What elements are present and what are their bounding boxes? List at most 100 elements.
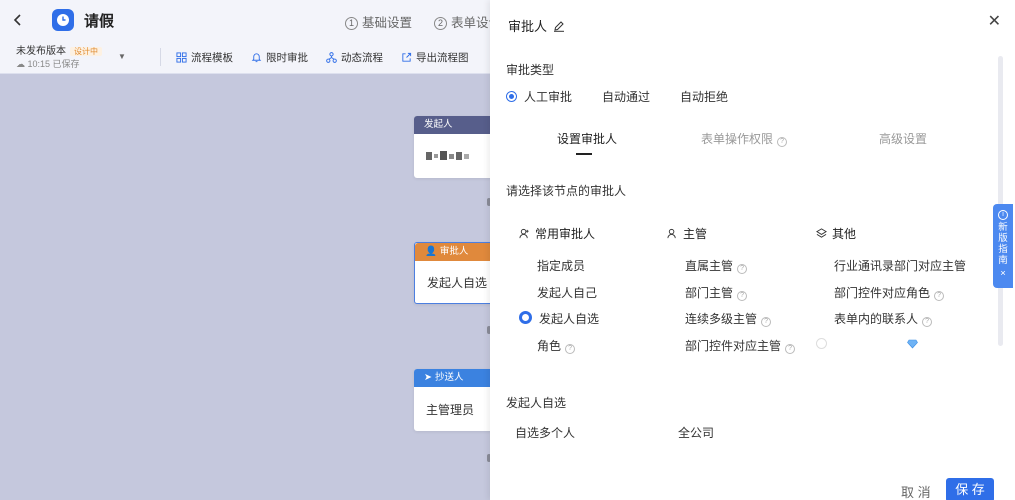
option-designated-member[interactable]: 指定成员 xyxy=(537,257,585,274)
caret-down-icon: ▼ xyxy=(118,52,126,61)
saved-status: 10:15 已保存 xyxy=(27,59,80,69)
column-common-approvers: 常用审批人 指定成员 发起人自己 发起人自选 角色? xyxy=(519,226,669,354)
help-icon[interactable]: ? xyxy=(737,264,748,274)
edit-pencil-icon[interactable] xyxy=(553,20,565,32)
close-icon[interactable]: ✕ xyxy=(988,11,1001,31)
approval-type-group: 人工审批 自动通过 自动拒绝 xyxy=(506,88,728,105)
option-initiator-self[interactable]: 发起人自己 xyxy=(537,284,597,301)
help-icon[interactable]: ? xyxy=(565,344,576,354)
radio-unselected xyxy=(816,338,827,349)
self-select-label: 发起人自选 xyxy=(506,396,567,410)
option-multi-level-supervisor[interactable]: 连续多级主管? xyxy=(685,310,772,327)
option-dept-control-role[interactable]: 部门控件对应角色? xyxy=(834,284,945,301)
option-label: 部门控件对应角色 xyxy=(834,286,931,300)
user-icon: 👤 xyxy=(425,246,437,257)
grid-icon xyxy=(176,52,187,63)
panel-title: 审批人 xyxy=(508,16,565,35)
version-label: 未发布版本 xyxy=(16,46,66,57)
help-icon[interactable]: ? xyxy=(777,137,788,147)
time-limit-button[interactable]: 限时审批 xyxy=(251,50,308,65)
option-label: 发起人自选 xyxy=(539,312,600,326)
column-other: 其他 行业通讯录部门对应主管 部门控件对应角色? 表单内的联系人? xyxy=(816,226,966,349)
approval-type-manual[interactable]: 人工审批 xyxy=(506,88,572,105)
column-supervisor: 主管 直属主管? 部门主管? 连续多级主管? 部门控件对应主管? xyxy=(667,226,817,354)
option-industry-dept-supervisor[interactable]: 行业通讯录部门对应主管 xyxy=(834,257,966,274)
radio-selected xyxy=(506,91,517,102)
tab-advanced-settings[interactable]: 高级设置 xyxy=(879,130,927,147)
approver-settings-panel: 审批人 ✕ 审批类型 人工审批 自动通过 自动拒绝 设置审批人 表单操作权限? … xyxy=(490,0,1015,500)
app-title: 请假 xyxy=(84,12,115,30)
self-select-scope[interactable]: 全公司 xyxy=(678,424,714,441)
flow-icon xyxy=(326,52,337,63)
dynamic-flow-button[interactable]: 动态流程 xyxy=(326,50,383,65)
option-role[interactable]: 角色? xyxy=(537,337,576,354)
approval-type-auto-pass[interactable]: 自动通过 xyxy=(602,88,650,105)
guide-close-icon[interactable]: × xyxy=(993,268,1013,279)
approval-type-auto-reject[interactable]: 自动拒绝 xyxy=(680,88,728,105)
tool-label: 流程模板 xyxy=(191,52,233,64)
node-header-label: 抄送人 xyxy=(434,372,464,383)
settings-tabs: 设置审批人 表单操作权限? 高级设置 xyxy=(490,130,1015,160)
workflow-editor: 请假 1 基础设置 2 表单设计 未发布版本 设计中 ☁ 10:15 已保存 ▼ 流程… xyxy=(0,0,1015,500)
option-label: 直属主管 xyxy=(685,259,734,273)
step-basic-settings[interactable]: 1 基础设置 xyxy=(345,12,412,31)
option-label: 部门主管 xyxy=(685,286,734,300)
self-select-mode[interactable]: 自选多个人 xyxy=(515,424,575,441)
help-icon[interactable]: ? xyxy=(934,291,945,301)
option-label: 连续多级主管 xyxy=(685,312,758,326)
tool-label: 动态流程 xyxy=(341,52,383,64)
option-dept-control-supervisor[interactable]: 部门控件对应主管? xyxy=(685,337,796,354)
step-number: 2 xyxy=(434,17,448,30)
cloud-icon: ☁ xyxy=(16,59,25,69)
step-label: 基础设置 xyxy=(362,16,413,30)
option-label: 角色 xyxy=(537,339,562,353)
radio-selected xyxy=(519,311,532,324)
option-form-contact[interactable]: 表单内的联系人? xyxy=(834,310,933,327)
tab-set-approver[interactable]: 设置审批人 xyxy=(557,130,617,147)
tool-label: 导出流程图 xyxy=(416,52,469,64)
option-label: 发起人自己 xyxy=(537,286,598,300)
toolbar-actions: 流程模板 限时审批 动态流程 导出流程图 xyxy=(176,50,469,65)
column-header-label: 其他 xyxy=(832,226,857,241)
help-icon[interactable]: ? xyxy=(761,317,772,327)
chevron-left-icon xyxy=(13,14,21,26)
help-icon[interactable]: ? xyxy=(922,317,933,327)
column-header: 其他 xyxy=(816,226,966,241)
panel-scrollbar[interactable] xyxy=(998,56,1003,346)
option-label: 行业通讯录部门对应主管 xyxy=(834,259,967,273)
help-icon[interactable]: ? xyxy=(737,291,748,301)
column-header-label: 主管 xyxy=(683,226,708,241)
option-department-supervisor[interactable]: 部门主管? xyxy=(685,284,748,301)
send-icon: ➤ xyxy=(424,372,432,383)
option-initiator-select[interactable]: 发起人自选 xyxy=(519,310,599,327)
back-button[interactable] xyxy=(0,0,36,40)
option-label: 指定成员 xyxy=(537,259,586,273)
user-icon xyxy=(667,228,676,238)
radio-label: 自动通过 xyxy=(602,90,651,104)
user-icon xyxy=(519,228,529,238)
panel-title-text: 审批人 xyxy=(508,19,548,34)
tab-label: 表单操作权限 xyxy=(701,132,774,146)
tab-form-permissions[interactable]: 表单操作权限? xyxy=(701,130,788,147)
radio-label: 自动拒绝 xyxy=(680,90,729,104)
status-badge: 设计中 xyxy=(70,47,102,56)
option-premium[interactable] xyxy=(816,337,919,351)
new-guide-tab[interactable]: i 新版指南 × xyxy=(993,204,1013,288)
version-selector[interactable]: 未发布版本 设计中 ☁ 10:15 已保存 ▼ xyxy=(16,44,126,71)
step-nav: 1 基础设置 2 表单设计 xyxy=(345,12,501,31)
blurred-avatar-names xyxy=(426,151,469,160)
option-label: 表单内的联系人 xyxy=(834,312,919,326)
help-icon[interactable]: ? xyxy=(785,344,796,354)
export-flowchart-button[interactable]: 导出流程图 xyxy=(401,50,469,65)
save-button[interactable]: 保 存 xyxy=(946,478,994,500)
template-button[interactable]: 流程模板 xyxy=(176,50,233,65)
option-direct-supervisor[interactable]: 直属主管? xyxy=(685,257,748,274)
choose-approver-label: 请选择该节点的审批人 xyxy=(506,184,627,198)
guide-label: 新版指南 xyxy=(998,222,1008,266)
radio-label: 人工审批 xyxy=(524,90,573,104)
cancel-button[interactable]: 取 消 xyxy=(901,482,931,500)
step-number: 1 xyxy=(345,17,358,30)
app-icon xyxy=(52,9,74,31)
column-header-label: 常用审批人 xyxy=(535,226,596,241)
option-label: 部门控件对应主管 xyxy=(685,339,782,353)
